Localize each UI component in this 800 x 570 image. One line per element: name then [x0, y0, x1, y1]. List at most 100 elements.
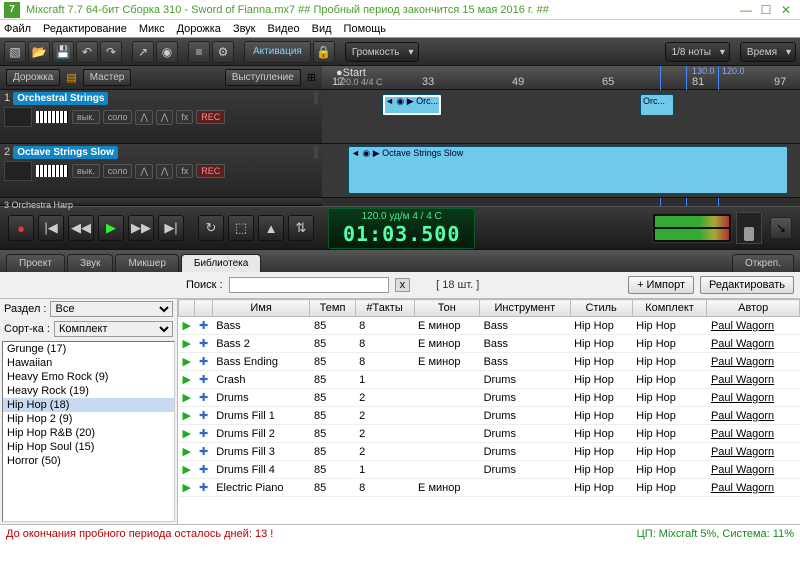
- record-button[interactable]: ●: [8, 215, 34, 241]
- play-icon[interactable]: ▶: [179, 461, 195, 479]
- clear-search-button[interactable]: x: [395, 278, 411, 292]
- column-header[interactable]: [179, 300, 195, 317]
- time-display[interactable]: 120.0 уд/м 4 / 4 C 01:03.500: [328, 208, 475, 249]
- tab-mixer[interactable]: Микшер: [115, 254, 178, 272]
- column-header[interactable]: Стиль: [570, 300, 632, 317]
- mute-button[interactable]: вык.: [72, 164, 100, 178]
- cell-author[interactable]: Paul Wagorn: [707, 425, 800, 443]
- cell-author[interactable]: Paul Wagorn: [707, 317, 800, 335]
- column-header[interactable]: [195, 300, 212, 317]
- column-header[interactable]: Комплект: [632, 300, 707, 317]
- play-button[interactable]: ▶: [98, 215, 124, 241]
- track-options-icon[interactable]: ▤: [66, 71, 76, 84]
- play-icon[interactable]: ▶: [179, 371, 195, 389]
- add-icon[interactable]: ✚: [195, 443, 212, 461]
- menu-Видео[interactable]: Видео: [268, 23, 300, 35]
- cell-author[interactable]: Paul Wagorn: [707, 389, 800, 407]
- category-item[interactable]: Horror (50): [3, 454, 174, 468]
- cell-author[interactable]: Paul Wagorn: [707, 371, 800, 389]
- table-row[interactable]: ▶✚Bass Ending858E минорBassHip HopHip Ho…: [179, 353, 800, 371]
- play-icon[interactable]: ▶: [179, 407, 195, 425]
- prefs-button[interactable]: ⚙: [212, 41, 234, 63]
- rewind-button[interactable]: ◀◀: [68, 215, 94, 241]
- category-list[interactable]: Grunge (17)HawaiianHeavy Emo Rock (9)Hea…: [2, 341, 175, 522]
- expand-icon[interactable]: ⊞: [307, 71, 316, 84]
- table-row[interactable]: ▶✚Drums Fill 2852DrumsHip HopHip HopPaul…: [179, 425, 800, 443]
- add-icon[interactable]: ✚: [195, 461, 212, 479]
- undo-button[interactable]: ↶: [76, 41, 98, 63]
- add-icon[interactable]: ✚: [195, 317, 212, 335]
- menu-Микс[interactable]: Микс: [139, 23, 165, 35]
- table-row[interactable]: ▶✚Drums Fill 1852DrumsHip HopHip HopPaul…: [179, 407, 800, 425]
- column-header[interactable]: Автор: [707, 300, 800, 317]
- metronome-button[interactable]: ▲: [258, 215, 284, 241]
- fx-button[interactable]: fx: [176, 164, 193, 178]
- tab-project[interactable]: Проект: [6, 254, 65, 272]
- add-icon[interactable]: ✚: [195, 353, 212, 371]
- automation-button[interactable]: ⋀: [135, 110, 152, 125]
- clip[interactable]: ◄ ◉ ▶ Octave Strings Slow: [348, 146, 788, 194]
- play-icon[interactable]: ▶: [179, 317, 195, 335]
- category-item[interactable]: Hip Hop Soul (15): [3, 440, 174, 454]
- play-icon[interactable]: ▶: [179, 353, 195, 371]
- column-header[interactable]: Инструмент: [480, 300, 571, 317]
- cell-author[interactable]: Paul Wagorn: [707, 407, 800, 425]
- close-button[interactable]: ✕: [776, 3, 796, 17]
- marker-button[interactable]: ⇅: [288, 215, 314, 241]
- track-mode-button[interactable]: Дорожка: [6, 69, 60, 86]
- detach-button[interactable]: Откреп.: [732, 254, 794, 272]
- maximize-button[interactable]: ☐: [756, 3, 776, 17]
- solo-button[interactable]: соло: [103, 110, 133, 124]
- table-row[interactable]: ▶✚Drums852DrumsHip HopHip HopPaul Wagorn: [179, 389, 800, 407]
- timeline[interactable]: ●Start 120.0 4/4 C 17 33 49 65 81 97 130…: [322, 66, 800, 206]
- new-button[interactable]: ▧: [4, 41, 26, 63]
- add-icon[interactable]: ✚: [195, 425, 212, 443]
- cell-author[interactable]: Paul Wagorn: [707, 353, 800, 371]
- category-item[interactable]: Grunge (17): [3, 342, 174, 356]
- add-icon[interactable]: ✚: [195, 335, 212, 353]
- column-header[interactable]: Имя: [212, 300, 310, 317]
- column-header[interactable]: Тон: [414, 300, 480, 317]
- rewind-start-button[interactable]: |◀: [38, 215, 64, 241]
- play-icon[interactable]: ▶: [179, 389, 195, 407]
- menu-Звук[interactable]: Звук: [233, 23, 256, 35]
- forward-button[interactable]: ▶▶: [128, 215, 154, 241]
- menu-Редактирование[interactable]: Редактирование: [43, 23, 127, 35]
- track-name[interactable]: Orchestral Strings: [13, 92, 108, 105]
- category-item[interactable]: Heavy Emo Rock (9): [3, 370, 174, 384]
- cell-author[interactable]: Paul Wagorn: [707, 479, 800, 497]
- master-volume-slider[interactable]: [736, 212, 762, 244]
- redo-button[interactable]: ↷: [100, 41, 122, 63]
- table-row[interactable]: ▶✚Crash851DrumsHip HopHip HopPaul Wagorn: [179, 371, 800, 389]
- open-button[interactable]: 📂: [28, 41, 50, 63]
- track-row[interactable]: 2 Octave Strings Slow вык.соло⋀⋀fxREC: [0, 144, 322, 198]
- table-row[interactable]: ▶✚Drums Fill 3852DrumsHip HopHip HopPaul…: [179, 443, 800, 461]
- clip[interactable]: ◄ ◉ ▶ Orc...: [382, 94, 442, 116]
- menu-Вид[interactable]: Вид: [312, 23, 332, 35]
- category-item[interactable]: Hawaiian: [3, 356, 174, 370]
- solo-button[interactable]: соло: [103, 164, 133, 178]
- category-item[interactable]: Heavy Rock (19): [3, 384, 174, 398]
- burn-button[interactable]: ◉: [156, 41, 178, 63]
- import-button[interactable]: + Импорт: [628, 276, 694, 294]
- add-icon[interactable]: ✚: [195, 371, 212, 389]
- track-row[interactable]: 1 Orchestral Strings вык.соло⋀⋀fxREC: [0, 90, 322, 144]
- category-item[interactable]: Hip Hop (18): [3, 398, 174, 412]
- cell-author[interactable]: Paul Wagorn: [707, 443, 800, 461]
- library-table[interactable]: ИмяТемп#ТактыТонИнструментСтильКомплектА…: [178, 299, 800, 524]
- fx-button[interactable]: fx: [176, 110, 193, 124]
- pan-slider[interactable]: [316, 91, 318, 105]
- add-icon[interactable]: ✚: [195, 389, 212, 407]
- arm-button[interactable]: REC: [196, 164, 225, 178]
- table-row[interactable]: ▶✚Drums Fill 4851DrumsHip HopHip HopPaul…: [179, 461, 800, 479]
- menu-Дорожка[interactable]: Дорожка: [177, 23, 221, 35]
- pan-slider[interactable]: [316, 145, 318, 159]
- edit-button[interactable]: Редактировать: [700, 276, 794, 294]
- clip[interactable]: Orc...: [640, 94, 674, 116]
- table-row[interactable]: ▶✚Bass858E минорBassHip HopHip HopPaul W…: [179, 317, 800, 335]
- tab-library[interactable]: Библиотека: [181, 254, 261, 272]
- lock-icon[interactable]: 🔒: [313, 41, 335, 63]
- activate-button[interactable]: Активация: [244, 41, 311, 63]
- menu-Файл[interactable]: Файл: [4, 23, 31, 35]
- track-name[interactable]: Octave Strings Slow: [13, 146, 118, 159]
